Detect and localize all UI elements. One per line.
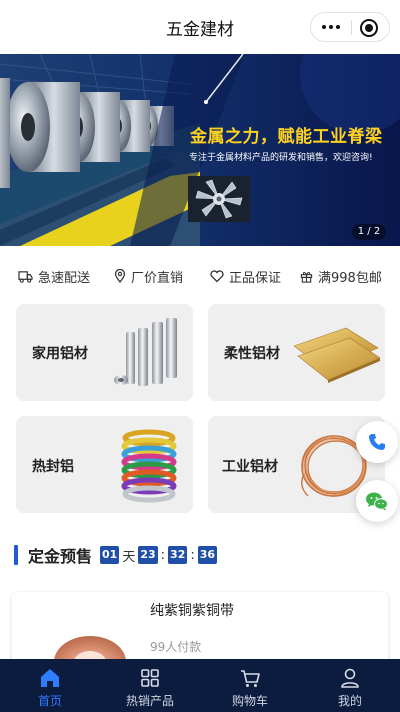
bottom-tab-bar: 首页 热销产品 购物车 我的 xyxy=(0,659,400,712)
target-close-icon[interactable] xyxy=(360,19,378,37)
tab-label: 购物车 xyxy=(231,694,268,708)
countdown-seconds: 36 xyxy=(197,546,218,564)
feature-label: 厂价直销 xyxy=(131,270,184,286)
banner-thumb-metal-turbine xyxy=(188,176,386,222)
wechat-icon xyxy=(366,492,388,511)
category-label: 工业铝材 xyxy=(222,459,278,475)
tab-label: 首页 xyxy=(37,694,62,708)
feature-label: 正品保证 xyxy=(229,270,282,286)
tab-hot-products[interactable]: 热销产品 xyxy=(100,659,200,712)
category-label: 家用铝材 xyxy=(32,346,88,362)
tab-home[interactable]: 首页 xyxy=(0,659,100,712)
product-paid-count: 99人付款 xyxy=(150,640,202,654)
colored-wire-coils-image xyxy=(121,429,177,503)
user-icon xyxy=(341,668,359,688)
feature-free-shipping: 满998包邮 xyxy=(300,267,382,286)
cart-icon xyxy=(241,670,260,687)
category-card-flexible-aluminum[interactable]: 柔性铝材 xyxy=(208,304,385,401)
app-screen: 五金建材 金属之力，赋能工业脊梁 专注于金属材料产品的研发和销售，欢迎咨询! 1… xyxy=(0,0,400,712)
countdown-minutes: 32 xyxy=(168,546,188,564)
section-accent-bar xyxy=(14,545,18,565)
tab-cart[interactable]: 购物车 xyxy=(200,659,300,712)
countdown-separator: : xyxy=(190,547,195,563)
heart-shield-icon xyxy=(210,269,224,282)
aluminum-rods-image xyxy=(114,318,177,386)
banner-subtitle: 专注于金属材料产品的研发和销售，欢迎咨询! xyxy=(189,153,373,163)
banner-thumb-steel-profiles xyxy=(188,176,318,222)
countdown-days: 01 xyxy=(100,546,120,564)
banner-thumbnails xyxy=(188,176,386,222)
banner-pager: 1 / 2 xyxy=(352,224,386,240)
truck-icon xyxy=(18,270,33,283)
banner-headline: 金属之力，赋能工业脊梁 xyxy=(190,127,383,147)
gift-icon xyxy=(300,271,313,283)
nav-header: 五金建材 xyxy=(0,0,400,54)
category-label: 柔性铝材 xyxy=(224,346,280,362)
feature-label: 急速配送 xyxy=(38,270,91,286)
grid-icon xyxy=(141,669,159,687)
copper-plates-image xyxy=(293,327,381,383)
presale-title: 定金预售 xyxy=(28,547,93,566)
capsule-divider xyxy=(351,20,352,35)
phone-icon xyxy=(369,434,385,450)
feature-genuine-guarantee: 正品保证 xyxy=(210,267,281,286)
product-name: 纯紫铜紫铜带 xyxy=(150,603,234,619)
category-label: 热封铝 xyxy=(32,459,74,475)
category-card-household-aluminum[interactable]: 家用铝材 xyxy=(16,304,193,401)
mini-program-capsule xyxy=(310,12,390,42)
tab-label: 我的 xyxy=(337,694,362,708)
feature-factory-direct: 厂价直销 xyxy=(114,267,183,286)
countdown-separator: : xyxy=(160,547,166,563)
location-pin-icon xyxy=(114,269,126,283)
category-card-heat-seal-aluminum[interactable]: 热封铝 xyxy=(16,416,193,513)
presale-section-header: 定金预售 01 天 23 : 32 : 36 xyxy=(14,544,218,566)
phone-float-button[interactable] xyxy=(356,421,398,463)
more-dots-icon[interactable] xyxy=(311,13,351,41)
countdown-hours: 23 xyxy=(138,546,158,564)
home-icon xyxy=(41,669,59,687)
wechat-float-button[interactable] xyxy=(356,480,398,522)
tab-profile[interactable]: 我的 xyxy=(300,659,400,712)
feature-fast-delivery: 急速配送 xyxy=(18,267,90,286)
feature-label: 满998包邮 xyxy=(318,270,382,286)
hero-banner[interactable]: 金属之力，赋能工业脊梁 专注于金属材料产品的研发和销售，欢迎咨询! 1 / 2 xyxy=(0,54,400,246)
countdown-day-unit: 天 xyxy=(122,549,136,565)
feature-strip: 急速配送 厂价直销 正品保证 满998包邮 xyxy=(0,262,400,290)
tab-label: 热销产品 xyxy=(125,694,174,708)
